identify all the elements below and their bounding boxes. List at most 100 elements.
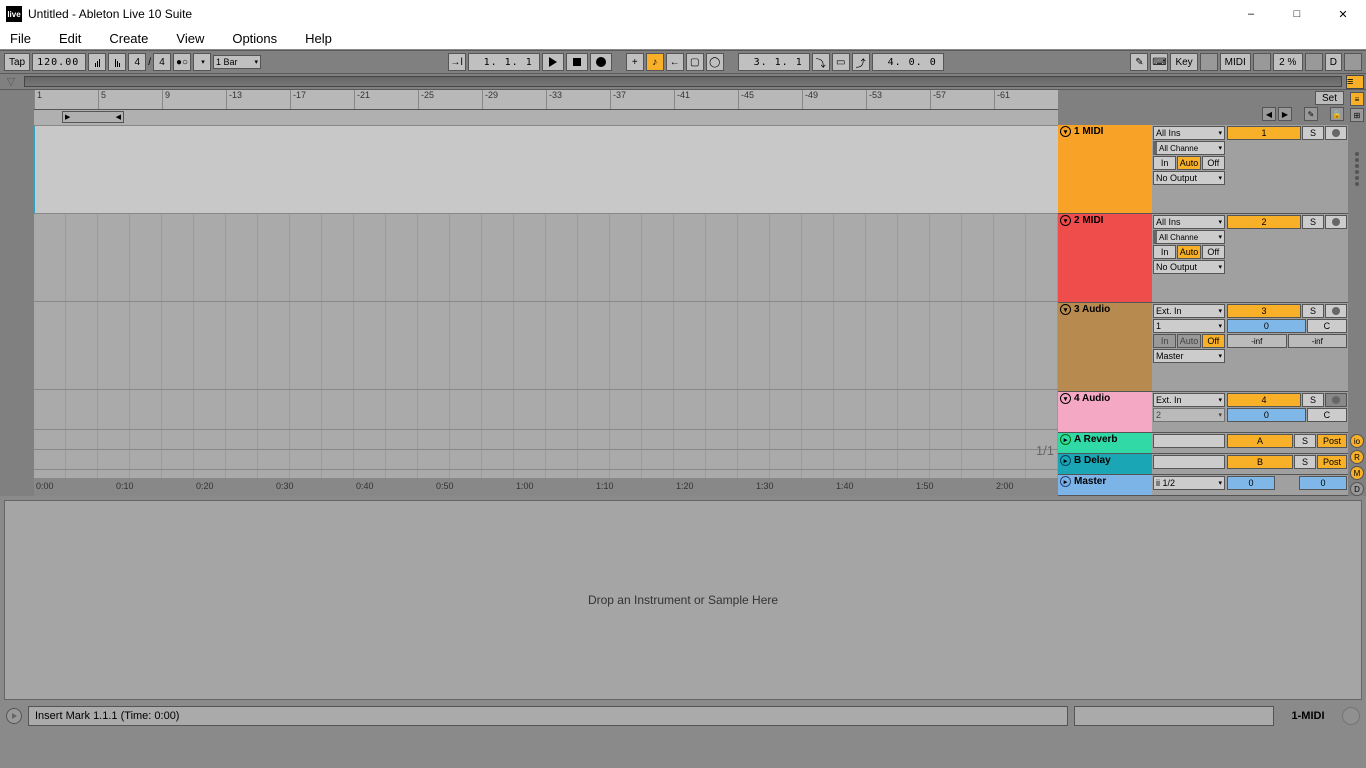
- detail-view[interactable]: Drop an Instrument or Sample Here: [4, 500, 1362, 700]
- fold-icon[interactable]: ▾: [1060, 215, 1071, 226]
- solo-button[interactable]: S: [1302, 393, 1324, 407]
- solo-button[interactable]: S: [1294, 455, 1316, 469]
- tap-tempo-button[interactable]: Tap: [4, 53, 30, 71]
- follow-button[interactable]: →ǀ: [448, 53, 466, 71]
- close-button[interactable]: ✕: [1320, 0, 1366, 28]
- monitor-off[interactable]: Off: [1202, 245, 1225, 259]
- time-sig-num[interactable]: 4: [128, 53, 146, 71]
- track-header-2[interactable]: ▾2 MIDI: [1058, 214, 1152, 302]
- menu-help[interactable]: Help: [301, 29, 336, 48]
- lock-envelopes[interactable]: 🔒: [1330, 107, 1344, 121]
- help-view-toggle[interactable]: [1342, 707, 1360, 725]
- track-header-master[interactable]: ▸Master: [1058, 475, 1152, 495]
- track-delay[interactable]: 0: [1227, 319, 1306, 333]
- track-lane-1[interactable]: [34, 126, 1058, 214]
- loop-button[interactable]: ▭: [832, 53, 850, 71]
- monitor-in[interactable]: In: [1153, 156, 1176, 170]
- tracks-area[interactable]: 1/1: [34, 126, 1058, 478]
- overview-track[interactable]: [24, 76, 1342, 87]
- beat-ruler[interactable]: 159-13-17-21-25-29-33-37-41-45-49-53-57-…: [34, 90, 1058, 110]
- re-enable-automation[interactable]: ←: [666, 53, 684, 71]
- menu-view[interactable]: View: [172, 29, 208, 48]
- returns-toggle[interactable]: R: [1350, 450, 1364, 464]
- fold-icon[interactable]: ▸: [1060, 476, 1071, 487]
- track-activator[interactable]: A: [1227, 434, 1293, 448]
- arm-button[interactable]: [1325, 304, 1347, 318]
- tempo-field[interactable]: 120.00: [32, 53, 86, 71]
- track-lane-b[interactable]: [34, 450, 1058, 470]
- input-type[interactable]: Ext. In: [1153, 304, 1225, 318]
- set-button[interactable]: Set: [1315, 91, 1344, 105]
- show-session[interactable]: ⊞: [1350, 108, 1364, 122]
- solo-button[interactable]: S: [1302, 304, 1324, 318]
- solo-button[interactable]: S: [1302, 126, 1324, 140]
- mixer-toggle[interactable]: M: [1350, 466, 1364, 480]
- solo-button[interactable]: S: [1294, 434, 1316, 448]
- fold-icon[interactable]: ▸: [1060, 455, 1071, 466]
- master-volume[interactable]: 0: [1299, 476, 1347, 490]
- preview-button[interactable]: [6, 708, 22, 724]
- record-button[interactable]: [590, 53, 612, 71]
- input-type[interactable]: All Ins: [1153, 126, 1225, 140]
- maximize-button[interactable]: □: [1274, 0, 1320, 28]
- input-channel[interactable]: All Channe: [1153, 141, 1225, 155]
- fold-icon[interactable]: ▾: [1060, 304, 1071, 315]
- minimize-button[interactable]: –: [1228, 0, 1274, 28]
- menu-create[interactable]: Create: [105, 29, 152, 48]
- time-ruler[interactable]: 0:000:100:200:300:400:501:001:101:201:30…: [34, 478, 1058, 496]
- track-lane-3[interactable]: [34, 302, 1058, 390]
- pencil-button[interactable]: ✎: [1130, 53, 1148, 71]
- track-lane-2[interactable]: [34, 214, 1058, 302]
- track-delay[interactable]: 0: [1227, 408, 1306, 422]
- play-button[interactable]: [542, 53, 564, 71]
- monitor-auto[interactable]: Auto: [1177, 245, 1200, 259]
- track-activator[interactable]: 2: [1227, 215, 1301, 229]
- computer-keyboard-button[interactable]: ⌨: [1150, 53, 1168, 71]
- quantize-menu[interactable]: 1 Bar: [213, 55, 261, 69]
- monitor-off[interactable]: Off: [1202, 156, 1225, 170]
- output-type[interactable]: No Output: [1153, 171, 1225, 185]
- time-sig-den[interactable]: 4: [153, 53, 171, 71]
- delay-toggle[interactable]: D: [1350, 482, 1364, 496]
- track-header-3[interactable]: ▾3 Audio: [1058, 303, 1152, 391]
- monitor-in[interactable]: In: [1153, 245, 1176, 259]
- midi-map-button[interactable]: MIDI: [1220, 53, 1251, 71]
- track-lane-master[interactable]: [34, 470, 1058, 478]
- output-type[interactable]: Master: [1153, 349, 1225, 363]
- arm-button[interactable]: [1325, 126, 1347, 140]
- stop-button[interactable]: [566, 53, 588, 71]
- menu-edit[interactable]: Edit: [55, 29, 85, 48]
- loop-length[interactable]: 4. 0. 0: [872, 53, 944, 71]
- punch-in-button[interactable]: ⤵: [812, 53, 830, 71]
- input-channel[interactable]: 1: [1153, 319, 1225, 333]
- post-button[interactable]: Post: [1317, 455, 1347, 469]
- monitor-auto[interactable]: Auto: [1177, 156, 1200, 170]
- arm-button[interactable]: [1325, 215, 1347, 229]
- track-header-a[interactable]: ▸A Reverb: [1058, 433, 1152, 453]
- solo-button[interactable]: S: [1302, 215, 1324, 229]
- overdub-button[interactable]: +: [626, 53, 644, 71]
- track-activator[interactable]: B: [1227, 455, 1293, 469]
- punch-position[interactable]: 3. 1. 1: [738, 53, 810, 71]
- output-type[interactable]: No Output: [1153, 260, 1225, 274]
- monitor-in[interactable]: In: [1153, 334, 1176, 348]
- tempo-nudge-down[interactable]: [88, 53, 106, 71]
- menu-file[interactable]: File: [6, 29, 35, 48]
- post-button[interactable]: Post: [1317, 434, 1347, 448]
- punch-out-button[interactable]: ⤴: [852, 53, 870, 71]
- menu-options[interactable]: Options: [228, 29, 281, 48]
- input-type[interactable]: Ext. In: [1153, 393, 1225, 407]
- capture-button[interactable]: ▢: [686, 53, 704, 71]
- toggle-session-view[interactable]: ≡: [1346, 75, 1364, 89]
- track-header-b[interactable]: ▸B Delay: [1058, 454, 1152, 474]
- track-lane-a[interactable]: [34, 430, 1058, 450]
- show-arrangement[interactable]: ≡: [1350, 92, 1364, 106]
- crossfade-assign[interactable]: C: [1307, 408, 1347, 422]
- fold-icon[interactable]: ▾: [1060, 126, 1071, 137]
- crossfade-assign[interactable]: C: [1307, 319, 1347, 333]
- track-header-1[interactable]: ▾1 MIDI: [1058, 125, 1152, 213]
- fold-icon[interactable]: ▸: [1060, 434, 1071, 445]
- track-activator[interactable]: 4: [1227, 393, 1301, 407]
- next-locator[interactable]: ▶: [1278, 107, 1292, 121]
- io-section-toggle[interactable]: io: [1350, 434, 1364, 448]
